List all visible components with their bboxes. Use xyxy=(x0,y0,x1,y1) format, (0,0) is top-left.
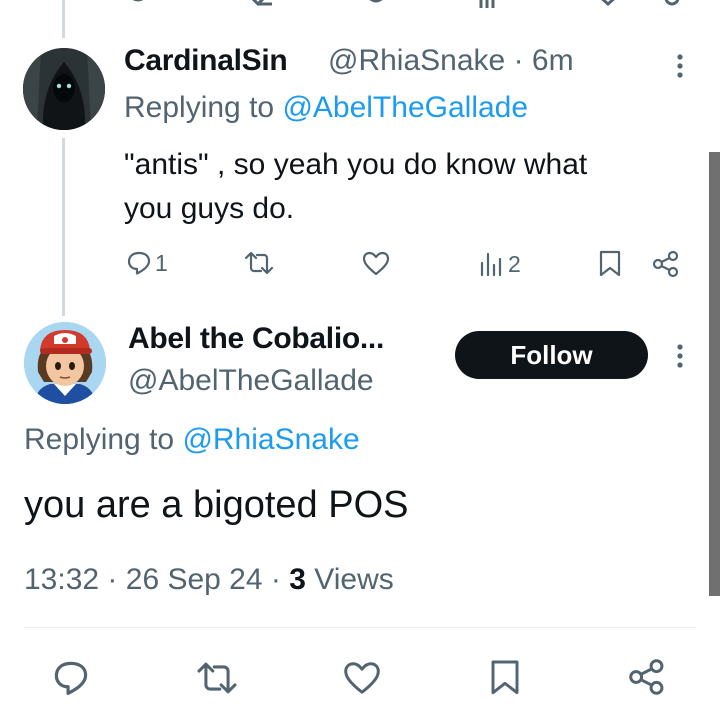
share-icon xyxy=(629,659,664,695)
share-icon xyxy=(652,250,679,278)
retweet-icon xyxy=(244,251,274,275)
replying-to-link[interactable]: @AbelTheGallade xyxy=(282,91,528,124)
reply-author-handle[interactable]: @RhiaSnake xyxy=(328,44,505,77)
retweet-button[interactable] xyxy=(196,660,238,696)
reply-author-name[interactable]: CardinalSin xyxy=(124,44,288,78)
avatar[interactable] xyxy=(24,322,106,404)
cartoon-character-avatar-icon xyxy=(24,322,106,404)
avatar[interactable] xyxy=(23,48,105,130)
more-button[interactable] xyxy=(672,52,688,82)
like-icon xyxy=(344,662,380,694)
divider xyxy=(24,627,696,628)
tweet-date[interactable]: 26 Sep 24 xyxy=(126,563,263,596)
bookmark-icon xyxy=(599,250,621,277)
retweet-icon xyxy=(197,662,237,694)
views-count: 2 xyxy=(508,250,521,277)
tweet-metadata: 13:32 · 26 Sep 24 · 3 Views xyxy=(24,563,394,597)
bookmark-icon xyxy=(491,660,519,695)
views-button[interactable]: 2 xyxy=(480,250,521,278)
reply-action-button[interactable]: 1 xyxy=(126,248,168,278)
follow-button[interactable]: Follow xyxy=(455,331,648,379)
tweet-time[interactable]: 13:32 xyxy=(24,563,99,596)
reply-text-line: you guys do. xyxy=(124,192,295,225)
main-replying-line: Replying to @RhiaSnake xyxy=(24,423,360,457)
replying-label: Replying to xyxy=(124,91,275,124)
share-button[interactable] xyxy=(628,658,666,696)
meta-separator: · xyxy=(270,563,281,596)
views-count[interactable]: 3 xyxy=(289,563,306,596)
reply-count: 1 xyxy=(155,249,168,276)
reply-replying-line: Replying to @AbelTheGallade xyxy=(124,91,528,125)
bookmark-button[interactable] xyxy=(489,659,521,697)
reply-action-button[interactable] xyxy=(52,659,90,697)
reply-text-line: "antis" , so yeah you do know what xyxy=(124,148,588,181)
hooded-figure-avatar-icon xyxy=(23,48,105,130)
reply-author-meta: @RhiaSnake · 6m xyxy=(328,44,574,78)
more-button[interactable] xyxy=(672,342,688,372)
views-label[interactable]: Views xyxy=(314,563,393,596)
more-icon xyxy=(677,344,683,368)
like-button[interactable] xyxy=(343,661,381,695)
replying-label: Replying to xyxy=(24,423,175,456)
like-button[interactable] xyxy=(362,251,390,276)
scrollbar[interactable] xyxy=(709,152,720,596)
previous-actions-icons xyxy=(132,0,680,8)
views-icon xyxy=(480,252,502,277)
main-author-handle[interactable]: @AbelTheGallade xyxy=(128,364,374,398)
meta-separator: · xyxy=(513,44,524,77)
reply-tweet-text: "antis" , so yeah you do know what you g… xyxy=(124,143,587,231)
previous-tweet-actions xyxy=(0,0,700,12)
main-author-name[interactable]: Abel the Cobalio... xyxy=(128,322,384,356)
replying-to-link[interactable]: @RhiaSnake xyxy=(182,423,359,456)
thread-line-top xyxy=(62,0,65,38)
meta-separator: · xyxy=(107,563,118,596)
bookmark-button[interactable] xyxy=(598,250,622,278)
reply-icon xyxy=(127,251,151,275)
retweet-button[interactable] xyxy=(244,250,274,276)
reply-icon xyxy=(54,661,88,695)
share-button[interactable] xyxy=(652,250,680,278)
like-icon xyxy=(362,251,390,276)
thread-line-bottom xyxy=(62,138,65,316)
reply-time-ago[interactable]: 6m xyxy=(532,44,574,77)
main-tweet-text: you are a bigoted POS xyxy=(24,484,409,526)
more-icon xyxy=(677,54,683,78)
